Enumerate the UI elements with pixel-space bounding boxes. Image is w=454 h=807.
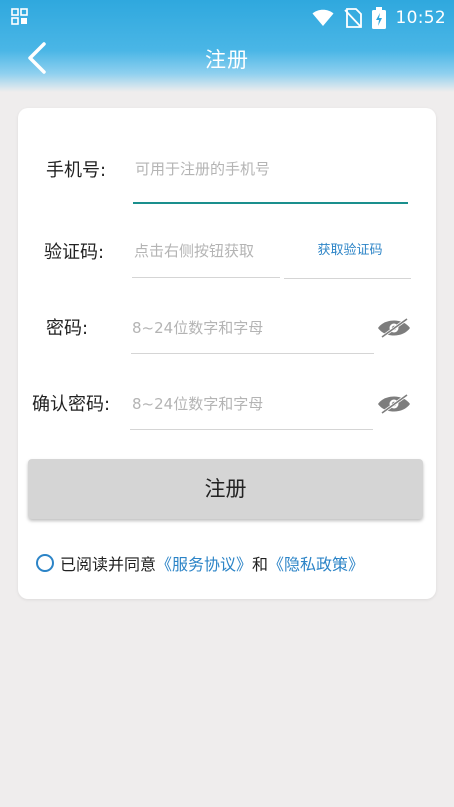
confirm-password-input[interactable] xyxy=(132,391,362,417)
code-label: 验证码: xyxy=(44,242,105,263)
get-code-underline xyxy=(284,278,411,279)
password-input[interactable] xyxy=(132,315,362,341)
agreement-checkbox[interactable] xyxy=(36,554,54,572)
wifi-icon xyxy=(312,9,333,26)
agreement-row: 已阅读并同意 《服务协议》 和 《隐私政策》 xyxy=(36,548,364,578)
privacy-policy-link[interactable]: 《隐私政策》 xyxy=(268,551,364,575)
password-label: 密码: xyxy=(46,318,89,339)
title-bar: 注册 xyxy=(0,36,454,82)
confirm-password-label: 确认密码: xyxy=(32,394,111,415)
no-sim-icon xyxy=(343,8,362,28)
phone-input[interactable] xyxy=(135,156,405,182)
service-agreement-link[interactable]: 《服务协议》 xyxy=(156,551,252,575)
apps-icon xyxy=(11,8,28,25)
register-form-card: 手机号: 验证码: 获取验证码 密码: 确认密码: xyxy=(18,108,436,599)
code-underline xyxy=(132,277,280,278)
register-submit-button[interactable]: 注册 xyxy=(28,459,423,519)
phone-underline xyxy=(133,202,408,204)
agreement-prefix: 已阅读并同意 xyxy=(60,555,157,574)
phone-label: 手机号: xyxy=(46,160,107,181)
eye-off-icon[interactable] xyxy=(377,317,411,339)
code-input[interactable] xyxy=(134,238,284,264)
eye-off-icon[interactable] xyxy=(377,393,411,415)
password-underline xyxy=(131,353,374,354)
get-code-button[interactable]: 获取验证码 xyxy=(290,236,410,266)
status-time: 10:52 xyxy=(395,8,446,28)
page-title: 注册 xyxy=(205,48,249,72)
battery-icon xyxy=(371,7,386,29)
confirm-password-underline xyxy=(130,429,373,430)
status-bar: 10:52 xyxy=(0,0,454,36)
agreement-conjunction: 和 xyxy=(252,555,269,574)
status-icons: 10:52 xyxy=(312,6,447,30)
